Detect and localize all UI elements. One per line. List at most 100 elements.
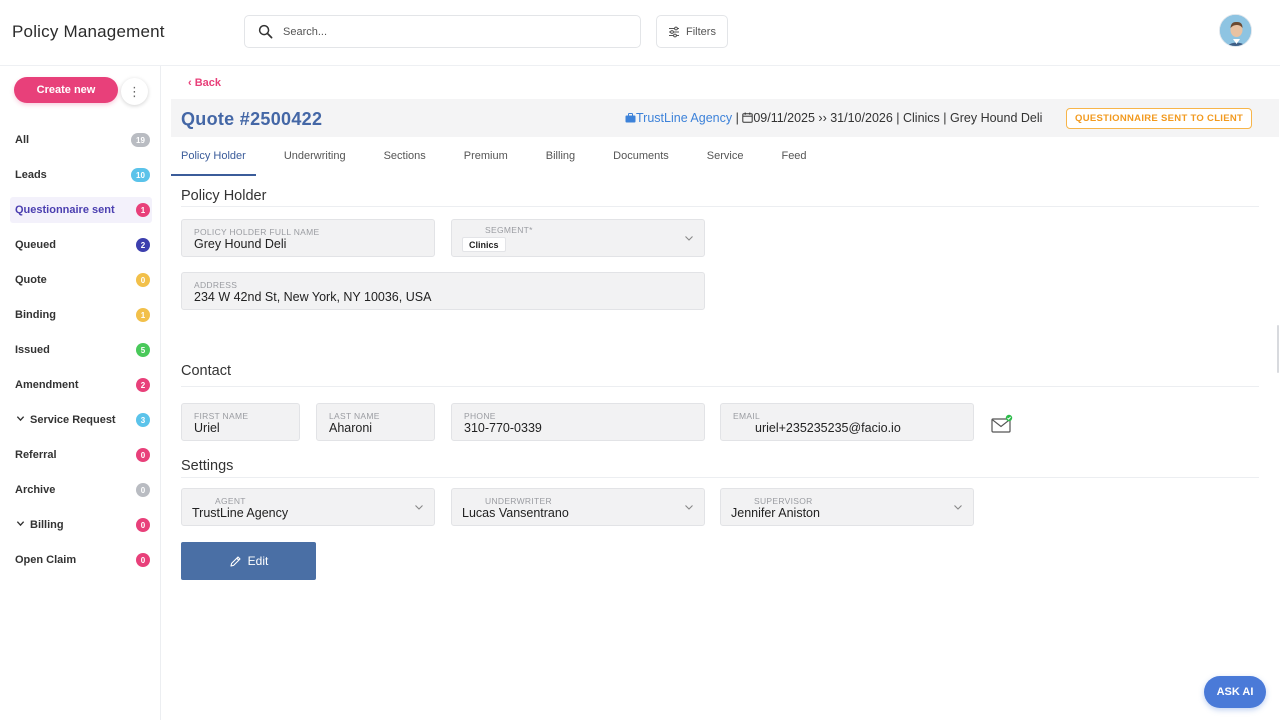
field-value: 310-770-0339 <box>464 421 542 435</box>
email-field[interactable]: EMAIL uriel+235235235@facio.io <box>720 403 974 441</box>
sidebar: Create new ⋮ All 19 Leads 10 Questionnaire s… <box>0 66 161 720</box>
more-vertical-icon: ⋮ <box>128 83 141 99</box>
search-box[interactable] <box>244 15 641 48</box>
section-title-settings: Settings <box>181 458 234 474</box>
meta-separator: | <box>732 111 743 125</box>
search-icon <box>258 24 273 39</box>
filters-button[interactable]: Filters <box>656 15 728 48</box>
sidebar-item-referral[interactable]: Referral 0 <box>10 442 152 468</box>
agent-select[interactable]: AGENT TrustLine Agency <box>181 488 435 526</box>
field-value: Grey Hound Deli <box>194 237 287 251</box>
edit-label: Edit <box>247 554 269 568</box>
scrollbar[interactable] <box>1277 325 1279 373</box>
sidebar-item-quote[interactable]: Quote 0 <box>10 267 152 293</box>
sidebar-item-label: Quote <box>15 274 47 286</box>
ask-ai-button[interactable]: ASK AI <box>1204 676 1266 708</box>
sidebar-item-billing[interactable]: Billing 0 <box>10 512 152 538</box>
tab-sections[interactable]: Sections <box>374 144 436 176</box>
sidebar-item-label: Questionnaire sent <box>15 204 115 216</box>
sidebar-item-open-claim[interactable]: Open Claim 0 <box>10 547 152 573</box>
supervisor-select[interactable]: SUPERVISOR Jennifer Aniston <box>720 488 974 526</box>
count-badge: 2 <box>136 238 150 252</box>
sidebar-item-issued[interactable]: Issued 5 <box>10 337 152 363</box>
tab-service[interactable]: Service <box>697 144 754 176</box>
field-label: LAST NAME <box>329 411 380 421</box>
top-bar: Policy Management Filters <box>0 0 1280 66</box>
tab-documents[interactable]: Documents <box>603 144 679 176</box>
sidebar-item-archive[interactable]: Archive 0 <box>10 477 152 503</box>
tab-feed[interactable]: Feed <box>771 144 816 176</box>
segment-select[interactable]: SEGMENT* Clinics <box>451 219 705 257</box>
section-title-contact: Contact <box>181 363 231 379</box>
segment-chip: Clinics <box>462 237 506 252</box>
back-link[interactable]: ‹ Back <box>188 77 221 89</box>
chevron-down-icon[interactable] <box>10 414 28 426</box>
chevron-down-icon[interactable] <box>10 519 28 531</box>
sidebar-item-queued[interactable]: Queued 2 <box>10 232 152 258</box>
create-new-button[interactable]: Create new <box>14 77 118 103</box>
sidebar-item-label: Billing <box>30 519 64 531</box>
field-value: Aharoni <box>329 421 373 435</box>
sidebar-item-binding[interactable]: Binding 1 <box>10 302 152 328</box>
sidebar-item-service-request[interactable]: Service Request 3 <box>10 407 152 433</box>
sidebar-item-label: Amendment <box>15 379 79 391</box>
user-avatar[interactable] <box>1219 14 1252 47</box>
field-label: PHONE <box>464 411 496 421</box>
mail-verified-icon[interactable] <box>991 414 1013 434</box>
tab-underwriting[interactable]: Underwriting <box>274 144 356 176</box>
chevron-down-icon <box>415 505 423 510</box>
count-badge: 0 <box>136 273 150 287</box>
field-label: SEGMENT* <box>485 225 533 235</box>
sidebar-item-leads[interactable]: Leads 10 <box>10 162 152 188</box>
policy-holder-name: Grey Hound Deli <box>950 111 1043 125</box>
sidebar-item-label: Queued <box>15 239 56 251</box>
calendar-icon <box>742 112 754 123</box>
chevron-left-icon: ‹ <box>188 77 195 89</box>
search-input[interactable] <box>283 23 623 41</box>
last-name-field[interactable]: LAST NAME Aharoni <box>316 403 435 441</box>
more-options-button[interactable]: ⋮ <box>121 78 148 105</box>
tab-bar: Policy Holder Underwriting Sections Premium… <box>171 144 817 176</box>
sidebar-item-amendment[interactable]: Amendment 2 <box>10 372 152 398</box>
meta-separator: | <box>892 111 903 125</box>
tab-premium[interactable]: Premium <box>454 144 518 176</box>
address-field[interactable]: ADDRESS 234 W 42nd St, New York, NY 1003… <box>181 272 705 310</box>
sidebar-item-label: All <box>15 134 30 146</box>
pencil-icon <box>230 555 241 567</box>
policy-dates: 09/11/2025 ›› 31/10/2026 <box>753 111 893 125</box>
sidebar-item-label: Issued <box>15 344 50 356</box>
count-badge: 3 <box>136 413 150 427</box>
sidebar-item-label: Referral <box>15 449 57 461</box>
count-badge: 2 <box>136 378 150 392</box>
count-badge: 19 <box>131 133 150 147</box>
policy-holder-name-field[interactable]: POLICY HOLDER FULL NAME Grey Hound Deli <box>181 219 435 257</box>
edit-button[interactable]: Edit <box>181 542 316 580</box>
field-value: Uriel <box>194 421 220 435</box>
count-badge: 10 <box>131 168 150 182</box>
section-title-policy-holder: Policy Holder <box>181 188 267 204</box>
underwriter-select[interactable]: UNDERWRITER Lucas Vansentrano <box>451 488 705 526</box>
first-name-field[interactable]: FIRST NAME Uriel <box>181 403 300 441</box>
tab-billing[interactable]: Billing <box>536 144 585 176</box>
quote-title: Quote #2500422 <box>181 109 323 129</box>
divider <box>181 477 1259 478</box>
chevron-down-icon <box>685 505 693 510</box>
sidebar-item-questionnaire-sent[interactable]: Questionnaire sent 1 <box>10 197 152 223</box>
phone-field[interactable]: PHONE 310-770-0339 <box>451 403 705 441</box>
briefcase-icon <box>625 113 636 123</box>
field-label: FIRST NAME <box>194 411 249 421</box>
app-title: Policy Management <box>12 22 165 41</box>
sidebar-item-all[interactable]: All 19 <box>10 127 152 153</box>
quote-meta: TrustLine Agency | 09/11/2025 ›› 31/10/2… <box>625 111 1042 125</box>
tab-policy-holder[interactable]: Policy Holder <box>171 144 256 176</box>
field-value: Jennifer Aniston <box>731 506 820 520</box>
sidebar-item-label: Open Claim <box>15 554 77 566</box>
field-label: AGENT <box>215 496 246 506</box>
user-avatar-image <box>1220 15 1251 46</box>
back-label: Back <box>194 77 222 89</box>
policy-segment: Clinics <box>903 111 940 125</box>
field-value: Lucas Vansentrano <box>462 506 569 520</box>
field-label: ADDRESS <box>194 280 238 290</box>
agency-link[interactable]: TrustLine Agency <box>636 111 732 125</box>
chevron-down-icon <box>685 236 693 241</box>
